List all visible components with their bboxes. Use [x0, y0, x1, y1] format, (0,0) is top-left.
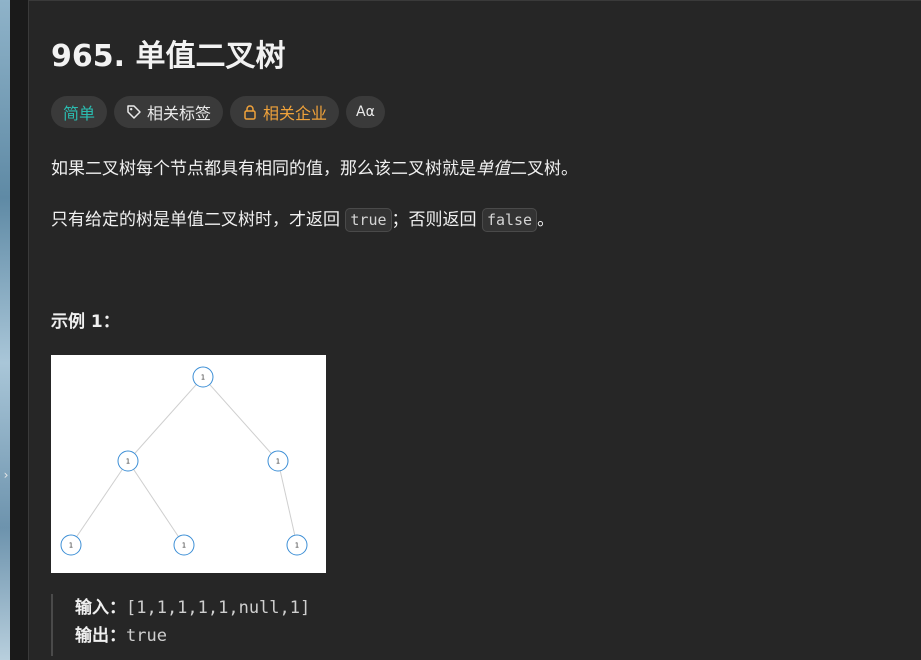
output-label: 输出： [75, 626, 126, 646]
related-tags-label: 相关标签 [147, 104, 212, 123]
example-1-heading: 示例 1： [51, 312, 120, 332]
difficulty-label: 简单 [63, 104, 96, 123]
example-input-line: 输入：[1,1,1,1,1,null,1] [75, 594, 310, 622]
p1-text: 如果二叉树每个节点都具有相同的值，那么该二叉树就是 [51, 159, 476, 179]
tree-node-label: 1 [276, 458, 280, 466]
p2-text-end: 。 [537, 210, 555, 230]
description-paragraph-1: 如果二叉树每个节点都具有相同的值，那么该二叉树就是单值二叉树。 [51, 154, 578, 179]
tree-node-labels: 1 1 1 1 1 1 [69, 374, 299, 550]
input-label: 输入： [75, 598, 126, 618]
input-value: [1,1,1,1,1,null,1] [126, 598, 311, 618]
description-paragraph-2: 只有给定的树是单值二叉树时，才返回 true ；否则返回 false。 [51, 205, 555, 232]
tree-edges [70, 376, 298, 546]
true-code: true [345, 208, 392, 232]
p1-emphasis: 单值 [476, 159, 510, 179]
tree-node-label: 1 [126, 458, 130, 466]
example-output-line: 输出：true [75, 622, 310, 650]
tree-node-label: 1 [201, 374, 205, 382]
p2-text-mid: ；否则返回 [391, 210, 482, 230]
related-companies-button[interactable]: 相关企业 [230, 96, 340, 128]
tree-node-label: 1 [295, 542, 299, 550]
example-io-block: 输入：[1,1,1,1,1,null,1] 输出：true [51, 594, 310, 656]
translate-button[interactable]: Aα [346, 96, 385, 128]
tree-nodes [60, 366, 308, 556]
tag-row: 简单 相关标签 相关企业 Aα [51, 96, 385, 128]
panel-gutter [10, 0, 28, 660]
problem-description-panel: 965. 单值二叉树 简单 相关标签 相关企业 Aα 如果二叉树每个节点都具有相… [28, 0, 921, 660]
background-wallpaper-strip [0, 0, 10, 660]
output-value: true [126, 626, 167, 646]
example-tree-image: 1 1 1 1 1 1 [51, 355, 326, 573]
related-companies-label: 相关企业 [263, 104, 328, 123]
related-tags-button[interactable]: 相关标签 [114, 96, 224, 128]
lock-icon [242, 104, 258, 120]
tree-node-label: 1 [182, 542, 186, 550]
p1-text-end: 二叉树。 [510, 159, 578, 179]
p2-text: 只有给定的树是单值二叉树时，才返回 [51, 210, 346, 230]
difficulty-badge: 简单 [51, 96, 108, 128]
tree-node-label: 1 [69, 542, 73, 550]
false-code: false [481, 208, 538, 232]
collapse-handle-icon[interactable]: › [0, 462, 12, 488]
problem-title: 965. 单值二叉树 [51, 39, 286, 74]
translate-icon: Aα [356, 104, 375, 120]
tag-icon [126, 104, 142, 120]
